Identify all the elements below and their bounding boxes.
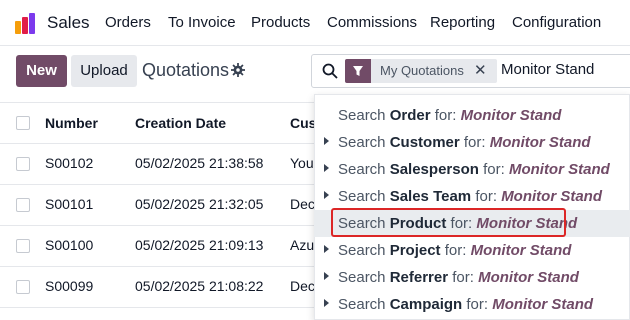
option-field: Campaign [389, 296, 463, 313]
new-button[interactable]: New [16, 55, 67, 87]
caret-right-icon[interactable] [324, 245, 329, 253]
row-customer: Dec [290, 278, 315, 294]
page-title: Quotations [142, 60, 230, 80]
option-prefix: Search [338, 296, 386, 313]
menu-products[interactable]: Products [251, 14, 310, 31]
column-number[interactable]: Number [45, 115, 98, 131]
facet-label: My Quotations [380, 63, 464, 78]
highlight-box [331, 208, 566, 237]
menu-orders[interactable]: Orders [105, 14, 151, 31]
row-date: 05/02/2025 21:38:58 [135, 155, 264, 171]
row-number: S00099 [45, 278, 94, 294]
row-checkbox[interactable] [16, 198, 30, 212]
option-prefix: Search [338, 107, 386, 124]
option-value: Monitor Stand [478, 269, 579, 286]
option-prefix: Search [338, 242, 386, 259]
search-option-customer[interactable]: Search Customer for: Monitor Stand [314, 129, 630, 156]
row-number: S00102 [45, 155, 94, 171]
search-option-campaign[interactable]: Search Campaign for: Monitor Stand [314, 291, 630, 318]
caret-right-icon[interactable] [324, 164, 329, 172]
row-checkbox[interactable] [16, 157, 30, 171]
menu-to-invoice[interactable]: To Invoice [168, 14, 236, 31]
filter-icon [345, 59, 371, 83]
select-all-checkbox[interactable] [16, 116, 30, 130]
menu-reporting[interactable]: Reporting [430, 14, 495, 31]
row-customer: Azu [290, 237, 315, 253]
upload-button[interactable]: Upload [71, 55, 137, 87]
row-date: 05/02/2025 21:32:05 [135, 196, 264, 212]
search-input[interactable]: Monitor Stand [501, 61, 594, 78]
row-date: 05/02/2025 21:09:13 [135, 237, 264, 253]
option-prefix: Search [338, 134, 386, 151]
app-name[interactable]: Sales [47, 13, 90, 33]
option-value: Monitor Stand [508, 161, 610, 178]
column-customer[interactable]: Cus [290, 115, 316, 131]
option-field: Referrer [389, 269, 449, 286]
option-value: Monitor Stand [501, 188, 603, 205]
caret-right-icon[interactable] [324, 191, 329, 199]
menu-configuration[interactable]: Configuration [512, 14, 601, 31]
search-option-salesperson[interactable]: Search Salesperson for: Monitor Stand [314, 156, 630, 183]
option-connector: for: [463, 134, 486, 151]
option-prefix: Search [338, 269, 386, 286]
option-field: Project [389, 242, 441, 259]
option-connector: for: [475, 188, 498, 205]
option-prefix: Search [338, 188, 386, 205]
row-checkbox[interactable] [16, 239, 30, 253]
option-value: Monitor Stand [492, 296, 594, 313]
option-connector: for: [434, 107, 457, 124]
sales-logo-icon[interactable] [14, 12, 38, 36]
menu-commissions[interactable]: Commissions [327, 14, 417, 31]
row-customer: Dec [290, 196, 315, 212]
top-navbar: Sales Orders To Invoice Products Commiss… [0, 0, 630, 46]
column-creation-date[interactable]: Creation Date [135, 115, 226, 131]
option-value: Monitor Stand [470, 242, 572, 259]
search-option-project[interactable]: Search Project for: Monitor Stand [314, 237, 630, 264]
row-number: S00100 [45, 237, 94, 253]
option-field: Sales Team [389, 188, 472, 205]
search-option-sales-team[interactable]: Search Sales Team for: Monitor Stand [314, 183, 630, 210]
option-field: Salesperson [389, 161, 479, 178]
option-value: Monitor Stand [460, 107, 562, 124]
option-connector: for: [466, 296, 489, 313]
option-field: Order [389, 107, 431, 124]
gear-icon[interactable] [231, 63, 245, 77]
caret-right-icon[interactable] [324, 299, 329, 307]
row-number: S00101 [45, 196, 94, 212]
row-date: 05/02/2025 21:08:22 [135, 278, 264, 294]
close-icon[interactable]: ✕ [474, 61, 487, 79]
search-option-order[interactable]: Search Order for: Monitor Stand [314, 102, 630, 129]
option-prefix: Search [338, 161, 386, 178]
row-checkbox[interactable] [16, 280, 30, 294]
option-connector: for: [483, 161, 505, 178]
option-field: Customer [389, 134, 460, 151]
caret-right-icon[interactable] [324, 272, 329, 280]
caret-right-icon[interactable] [324, 137, 329, 145]
option-connector: for: [452, 269, 474, 286]
option-connector: for: [444, 242, 467, 259]
search-option-referrer[interactable]: Search Referrer for: Monitor Stand [314, 264, 630, 291]
search-icon[interactable] [322, 63, 338, 79]
row-customer: You [290, 155, 314, 171]
option-value: Monitor Stand [489, 134, 591, 151]
